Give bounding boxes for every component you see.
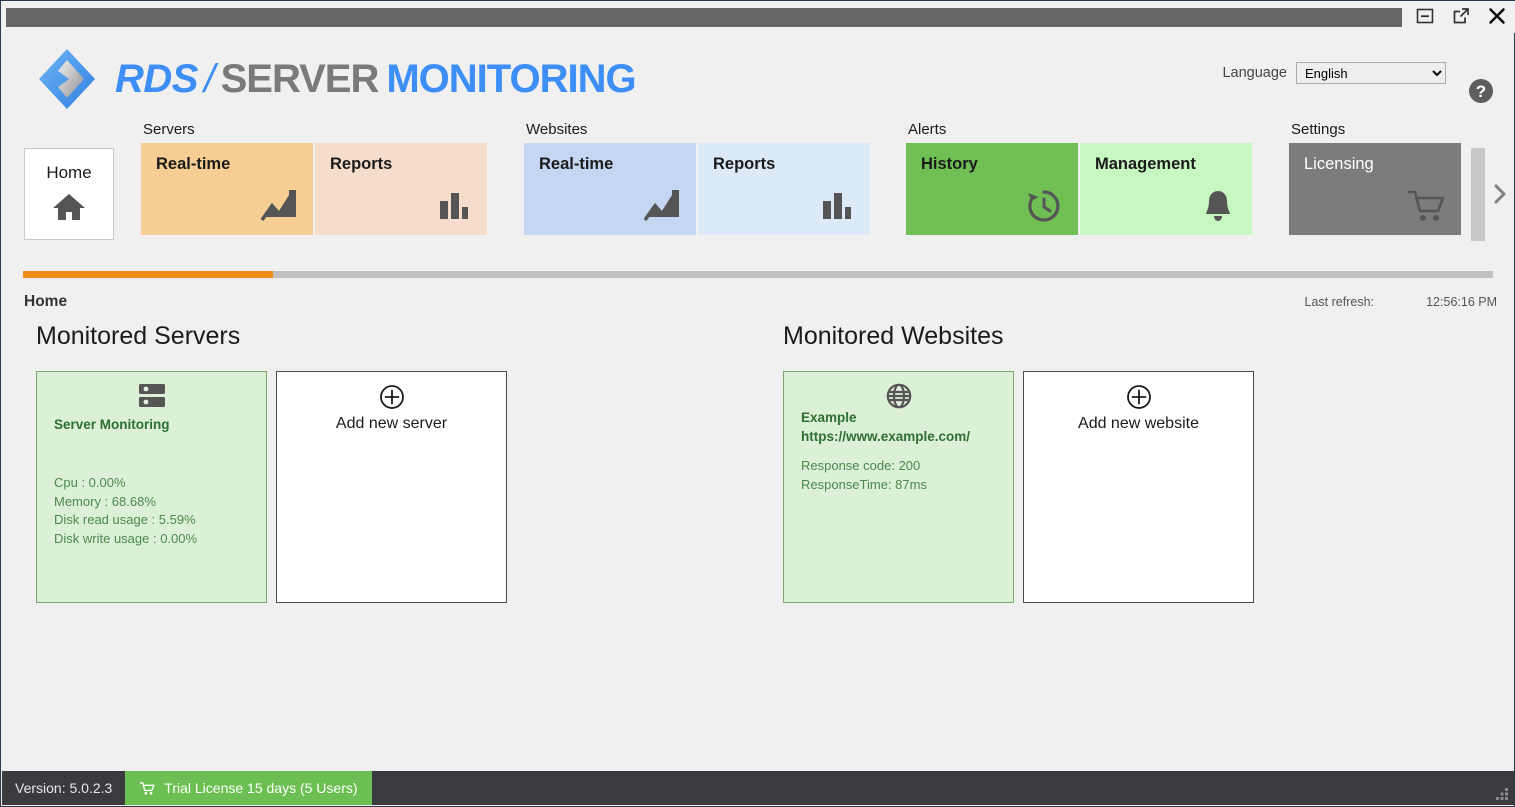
website-card-name: Example https://www.example.com/ xyxy=(801,408,999,446)
line-chart-icon xyxy=(259,187,299,225)
nav-group-alerts: Alerts History Management xyxy=(906,121,1252,235)
breadcrumb-bar: Home Last refresh: 12:56:16 PM xyxy=(2,284,1514,322)
server-rack-icon xyxy=(137,383,167,409)
language-select[interactable]: English xyxy=(1296,62,1446,84)
license-status-button[interactable]: Trial License 15 days (5 Users) xyxy=(125,771,371,805)
logo-monitoring: MONITORING xyxy=(386,57,635,102)
navigation-tile-bar: Home Servers Real-time Re xyxy=(2,121,1514,269)
add-new-server-card[interactable]: Add new server xyxy=(276,371,507,603)
nav-group-websites-title: Websites xyxy=(524,121,870,138)
add-new-website-card[interactable]: Add new website xyxy=(1023,371,1254,603)
minimize-button[interactable] xyxy=(1414,5,1436,27)
server-stat-disk-write: Disk write usage : 0.00% xyxy=(54,530,254,549)
website-card-stats: Response code: 200 ResponseTime: 87ms xyxy=(801,457,1001,494)
bell-icon xyxy=(1198,187,1238,225)
website-cards-list: Example https://www.example.com/ Respons… xyxy=(783,371,1254,603)
window-drag-strip[interactable] xyxy=(6,8,1402,27)
nav-tile-servers-realtime[interactable]: Real-time xyxy=(141,143,313,235)
line-chart-icon xyxy=(642,187,682,225)
plus-circle-icon xyxy=(379,384,405,410)
server-stat-disk-read: Disk read usage : 5.59% xyxy=(54,511,254,530)
svg-text:?: ? xyxy=(1476,82,1486,101)
license-status-label: Trial License 15 days (5 Users) xyxy=(164,780,357,796)
nav-group-settings: Settings Licensing xyxy=(1289,121,1461,235)
nav-group-servers-title: Servers xyxy=(141,121,487,138)
window-controls xyxy=(1414,5,1508,27)
logo-server: SERVER xyxy=(221,57,379,102)
website-card[interactable]: Example https://www.example.com/ Respons… xyxy=(783,371,1014,603)
nav-tile-partial-hidden[interactable] xyxy=(1471,148,1485,241)
nav-tile-alerts-history[interactable]: History xyxy=(906,143,1078,235)
language-selector: Language English xyxy=(1222,62,1446,84)
server-card-name: Server Monitoring xyxy=(54,415,252,434)
nav-tile-home[interactable]: Home xyxy=(24,148,114,240)
nav-group-alerts-title: Alerts xyxy=(906,121,1252,138)
nav-tile-label: Reports xyxy=(330,155,392,174)
version-label: Version: 5.0.2.3 xyxy=(2,771,125,805)
resize-grip-icon[interactable] xyxy=(1495,786,1509,800)
language-label: Language xyxy=(1222,65,1287,81)
history-clock-icon xyxy=(1024,187,1064,225)
nav-group-home: Home xyxy=(24,148,114,240)
refresh-progress-track xyxy=(23,271,1493,278)
last-refresh-time: 12:56:16 PM xyxy=(1426,295,1497,309)
nav-group-websites: Websites Real-time Reports xyxy=(524,121,870,235)
status-bar: Version: 5.0.2.3 Trial License 15 days (… xyxy=(2,771,1514,805)
refresh-progress-fill xyxy=(23,271,273,278)
monitored-websites-panel: Monitored Websites Example https://www.e… xyxy=(783,322,1254,603)
server-stat-cpu: Cpu : 0.00% xyxy=(54,474,254,493)
close-button[interactable] xyxy=(1486,5,1508,27)
main-content: Monitored Servers Server Monitoring Cpu … xyxy=(2,322,1514,772)
website-stat-response-time: ResponseTime: 87ms xyxy=(801,476,1001,495)
nav-tile-websites-reports[interactable]: Reports xyxy=(698,143,870,235)
nav-tile-label: Real-time xyxy=(156,155,230,174)
nav-group-settings-title: Settings xyxy=(1289,121,1461,138)
nav-tile-label: Real-time xyxy=(539,155,613,174)
help-icon[interactable]: ? xyxy=(1468,78,1494,104)
nav-tile-websites-realtime[interactable]: Real-time xyxy=(524,143,696,235)
nav-group-servers: Servers Real-time Reports xyxy=(141,121,487,235)
server-cards-list: Server Monitoring Cpu : 0.00% Memory : 6… xyxy=(36,371,507,603)
nav-tile-label: Reports xyxy=(713,155,775,174)
title-bar xyxy=(1,1,1515,33)
monitored-servers-title: Monitored Servers xyxy=(36,322,507,351)
monitored-websites-title: Monitored Websites xyxy=(783,322,1254,351)
server-card[interactable]: Server Monitoring Cpu : 0.00% Memory : 6… xyxy=(36,371,267,603)
logo-slash: / xyxy=(204,57,215,102)
nav-tile-home-label: Home xyxy=(25,163,113,183)
shopping-cart-icon xyxy=(1407,187,1447,225)
bar-chart-icon xyxy=(433,187,473,225)
nav-tile-settings-licensing[interactable]: Licensing xyxy=(1289,143,1461,235)
nav-tile-alerts-management[interactable]: Management xyxy=(1080,143,1252,235)
restore-external-button[interactable] xyxy=(1450,5,1472,27)
server-stat-memory: Memory : 68.68% xyxy=(54,493,254,512)
nav-tile-label: Management xyxy=(1095,155,1196,174)
breadcrumb[interactable]: Home xyxy=(24,293,67,311)
rds-diamond-logo-icon xyxy=(35,47,99,111)
website-card-title: Example xyxy=(801,410,857,425)
globe-icon xyxy=(884,383,914,409)
chevron-right-icon[interactable] xyxy=(1491,183,1509,205)
application-window: RDS / SERVER MONITORING Language English… xyxy=(0,0,1515,807)
nav-tile-servers-reports[interactable]: Reports xyxy=(315,143,487,235)
server-card-stats: Cpu : 0.00% Memory : 68.68% Disk read us… xyxy=(54,474,254,549)
home-icon xyxy=(51,191,87,223)
app-header: RDS / SERVER MONITORING Language English… xyxy=(2,33,1514,121)
brand-logo: RDS / SERVER MONITORING xyxy=(35,47,636,111)
add-new-server-label: Add new server xyxy=(277,415,506,433)
plus-circle-icon xyxy=(1126,384,1152,410)
brand-logo-text: RDS / SERVER MONITORING xyxy=(115,57,636,102)
nav-tile-label: History xyxy=(921,155,978,174)
shopping-cart-icon xyxy=(139,781,156,796)
monitored-servers-panel: Monitored Servers Server Monitoring Cpu … xyxy=(36,322,507,603)
last-refresh-label: Last refresh: xyxy=(1305,295,1374,309)
bar-chart-icon xyxy=(816,187,856,225)
nav-tile-label: Licensing xyxy=(1304,155,1374,174)
website-stat-response-code: Response code: 200 xyxy=(801,457,1001,476)
website-card-url: https://www.example.com/ xyxy=(801,429,970,444)
add-new-website-label: Add new website xyxy=(1024,415,1253,433)
logo-rds: RDS xyxy=(115,57,198,102)
